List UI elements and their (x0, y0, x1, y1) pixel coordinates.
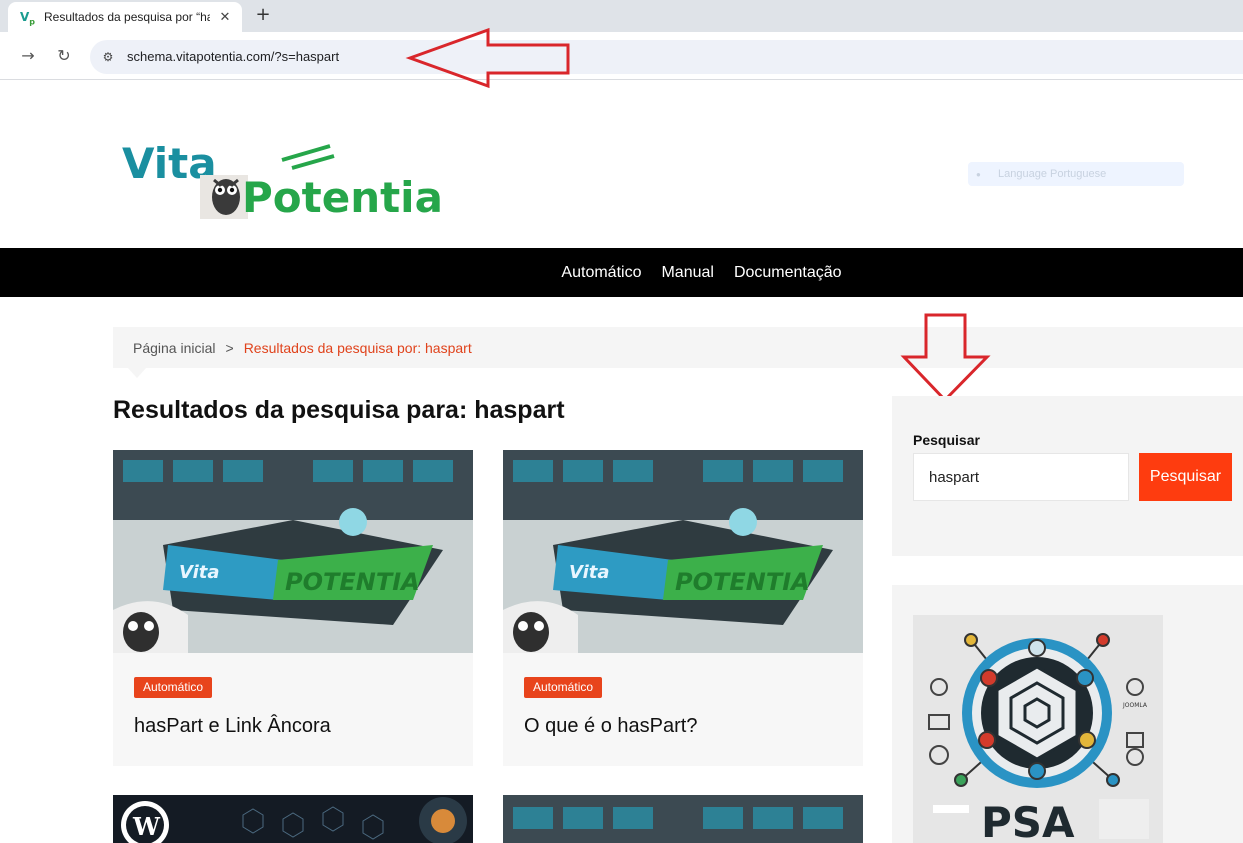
psa-image-joomla-label: JOOMLA (1122, 702, 1148, 709)
browser-tab[interactable]: Vp Resultados da pesquisa por “ha ✕ (8, 2, 242, 32)
card-title[interactable]: hasPart e Link Âncora (134, 715, 331, 738)
card-image-text-vita: Vita (179, 562, 220, 583)
flag-icon: ● (976, 170, 981, 179)
url-text[interactable]: schema.vitapotentia.com/?s=haspart (127, 49, 339, 64)
owl-icon (212, 178, 240, 215)
card-title[interactable]: O que é o hasPart? (524, 715, 697, 738)
breadcrumb-current: Resultados da pesquisa por: haspart (243, 339, 472, 356)
browser-tab-bar: Vp Resultados da pesquisa por “ha ✕ + (0, 0, 1243, 32)
plus-icon[interactable]: + (252, 4, 274, 26)
site-favicon-icon: Vp (20, 10, 36, 27)
category-badge[interactable]: Automático (134, 677, 213, 698)
annotation-arrow-left (405, 27, 570, 89)
card-image-wordpress[interactable]: W (113, 795, 473, 843)
page-title: Resultados da pesquisa para: haspart (113, 396, 565, 424)
reload-icon[interactable]: ↻ (52, 44, 76, 68)
search-label: Pesquisar (913, 432, 980, 448)
result-card[interactable]: Vita POTENTIA Automático hasPart e Link … (113, 450, 473, 766)
search-widget: Pesquisar Pesquisar (892, 396, 1243, 556)
language-selector[interactable]: ● Language Portuguese (968, 162, 1184, 186)
main-navigation: Automático Manual Documentação (0, 248, 1243, 297)
nav-item-documentacao[interactable]: Documentação (734, 264, 842, 282)
logo-word-potentia: Potentia (242, 173, 443, 222)
breadcrumb: Página inicial > Resultados da pesquisa … (113, 327, 1243, 368)
breadcrumb-separator: > (225, 339, 234, 356)
search-button[interactable]: Pesquisar (1139, 453, 1232, 501)
card-image-text-vita: Vita (569, 562, 610, 583)
card-image-server[interactable] (503, 795, 863, 843)
browser-toolbar: → ↻ ⚙ schema.vitapotentia.com/?s=haspart (0, 32, 1243, 80)
card-image-text-potentia: POTENTIA (675, 568, 810, 596)
breadcrumb-notch (128, 368, 146, 378)
psa-image[interactable]: JOOMLA PSA (913, 615, 1163, 843)
back-arrow-icon[interactable]: → (16, 44, 40, 68)
card-image-text-potentia: POTENTIA (285, 568, 420, 596)
breadcrumb-home[interactable]: Página inicial (133, 340, 216, 356)
psa-image-text: PSA (981, 798, 1075, 843)
card-image[interactable]: Vita POTENTIA (503, 450, 863, 653)
site-info-icon[interactable]: ⚙ (98, 47, 118, 67)
address-bar[interactable]: ⚙ schema.vitapotentia.com/?s=haspart (90, 40, 1243, 74)
result-card[interactable]: Vita POTENTIA Automático O que é o hasPa… (503, 450, 863, 766)
annotation-arrow-down (900, 313, 991, 403)
language-label: Language Portuguese (998, 168, 1107, 180)
category-badge[interactable]: Automático (524, 677, 603, 698)
close-icon[interactable]: ✕ (216, 10, 234, 25)
nav-item-automatico[interactable]: Automático (561, 264, 641, 282)
search-input[interactable] (913, 453, 1129, 501)
card-image[interactable]: Vita POTENTIA (113, 450, 473, 653)
svg-text:W: W (132, 812, 161, 841)
nav-item-manual[interactable]: Manual (661, 264, 713, 282)
sidebar-image-widget: JOOMLA PSA (892, 585, 1243, 843)
site-logo[interactable]: Vita Potentia (120, 130, 460, 225)
tab-title: Resultados da pesquisa por “ha (44, 10, 210, 24)
